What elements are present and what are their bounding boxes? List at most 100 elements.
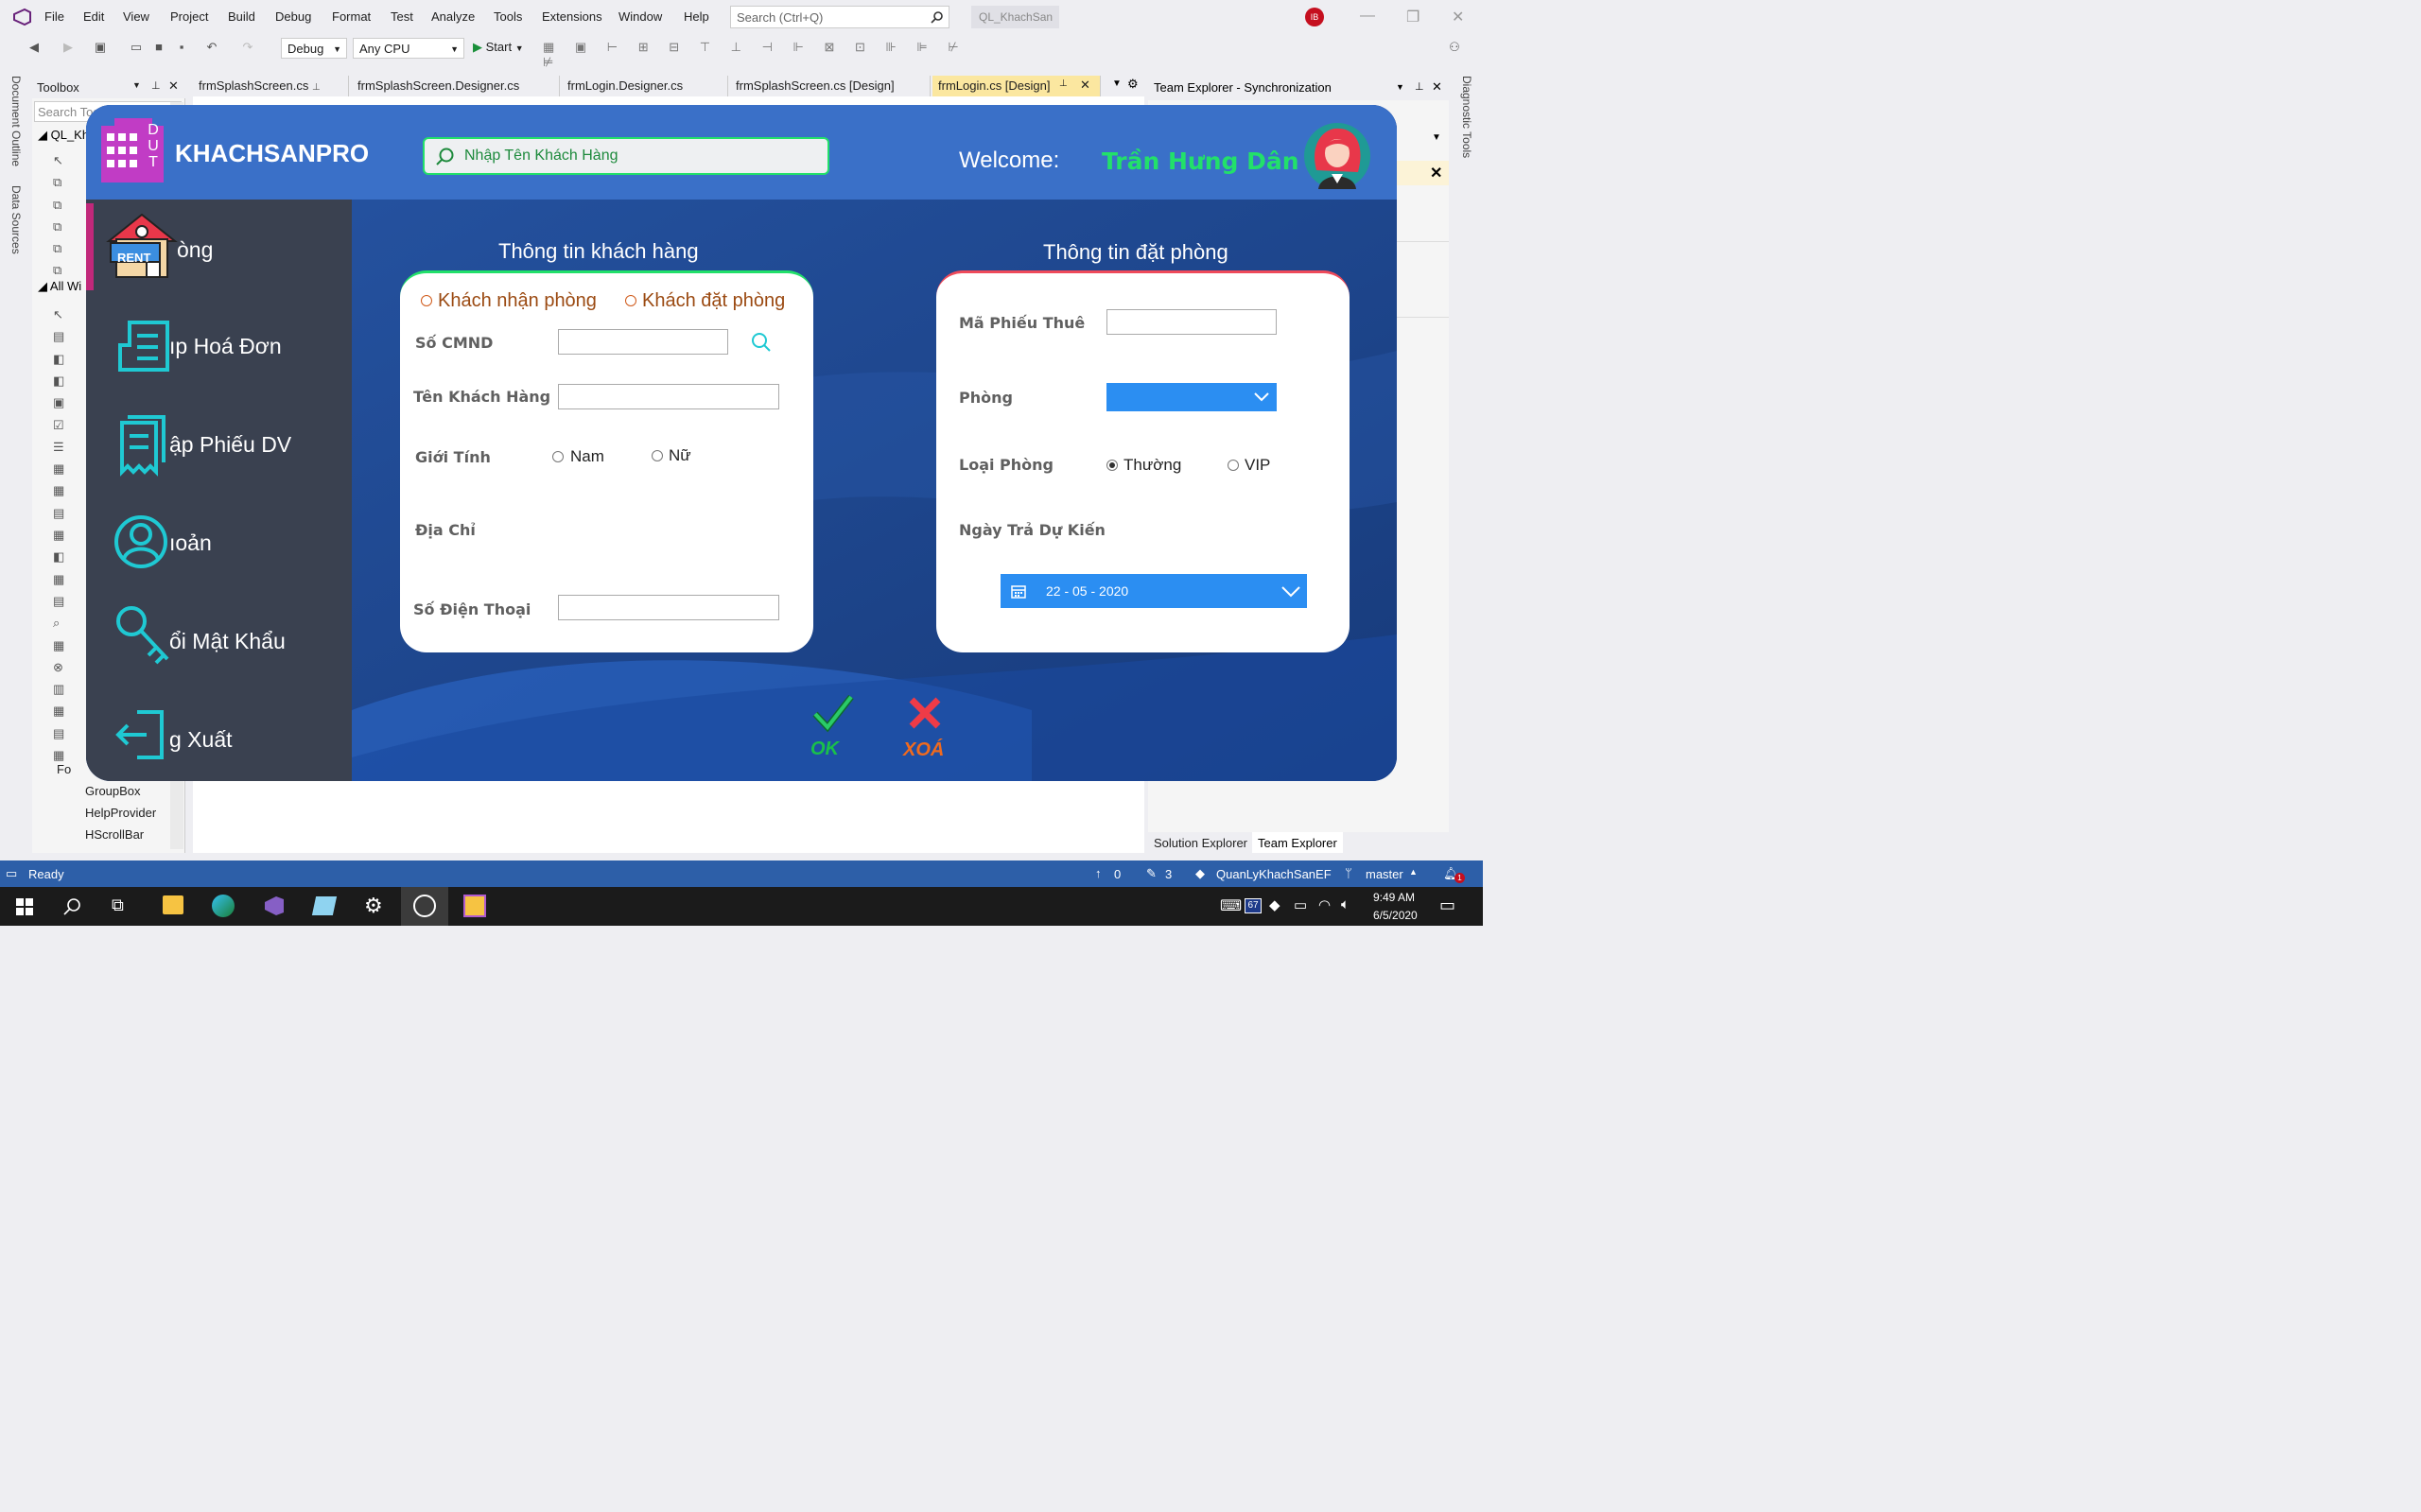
room-select[interactable]: [1106, 383, 1277, 411]
menu-extensions[interactable]: Extensions: [542, 9, 602, 24]
menu-test[interactable]: Test: [391, 9, 413, 24]
menu-file[interactable]: File: [44, 9, 64, 24]
user-avatar-icon[interactable]: [1303, 123, 1371, 189]
visual-studio-icon[interactable]: [263, 895, 286, 917]
delete-button[interactable]: XOÁ: [899, 691, 956, 767]
tab-splash-cs[interactable]: frmSplashScreen.cs ⊥: [193, 76, 349, 96]
close-icon[interactable]: ✕: [1432, 79, 1442, 95]
running-app-active[interactable]: [401, 887, 448, 926]
tab-login-designer-cs[interactable]: frmLogin.Designer.cs: [562, 76, 728, 96]
sidebar-item-service-slip[interactable]: ập Phiếu DV: [86, 400, 352, 490]
data-sources-tab[interactable]: Data Sources: [9, 185, 23, 254]
customer-search-input[interactable]: Nhập Tên Khách Hàng: [423, 137, 829, 175]
tab-splash-design[interactable]: frmSplashScreen.cs [Design]: [730, 76, 931, 96]
push-icon[interactable]: ↑: [1095, 866, 1102, 880]
gear-icon[interactable]: ⚙: [1127, 77, 1139, 92]
branch-name[interactable]: master: [1366, 867, 1403, 881]
platform-select[interactable]: Any CPU ▼: [353, 38, 464, 59]
radio-room-vip-label[interactable]: VIP: [1245, 456, 1270, 475]
search-icon[interactable]: [62, 897, 81, 916]
menu-tools[interactable]: Tools: [494, 9, 522, 24]
toolbox-item-groupbox[interactable]: GroupBox: [85, 784, 141, 798]
toolbox-item-helpprovider[interactable]: HelpProvider: [85, 806, 156, 820]
diagnostic-tools-tab[interactable]: Diagnostic Tools: [1460, 76, 1473, 158]
close-window-icon[interactable]: ✕: [1452, 8, 1464, 26]
save-all-icon[interactable]: ▪: [174, 40, 189, 55]
search-icon[interactable]: [751, 332, 772, 353]
pencil-icon[interactable]: ✎: [1146, 866, 1157, 881]
tab-list-icon[interactable]: ▼: [1112, 78, 1122, 89]
chevron-down-icon[interactable]: ▼: [1396, 82, 1404, 92]
cmnd-input[interactable]: [558, 329, 728, 355]
vs-search-input[interactable]: Search (Ctrl+Q): [730, 6, 949, 28]
close-icon[interactable]: ✕: [1080, 78, 1090, 93]
keyboard-icon[interactable]: ⌨: [1220, 896, 1242, 915]
menu-build[interactable]: Build: [228, 9, 255, 24]
radio-female[interactable]: [652, 450, 663, 461]
pin-icon[interactable]: ⊥: [312, 82, 321, 93]
chevron-down-icon[interactable]: ▼: [132, 80, 141, 90]
sidebar-item-rent[interactable]: RENT òng: [86, 203, 352, 293]
menu-window[interactable]: Window: [618, 9, 662, 24]
file-explorer-icon[interactable]: [163, 895, 183, 914]
sidebar-item-invoice[interactable]: ıp Hoá Đơn: [86, 302, 352, 391]
toolbox-item-form[interactable]: Fo: [57, 762, 71, 776]
battery-icon[interactable]: ▭: [1294, 896, 1307, 913]
save-icon[interactable]: ■: [151, 40, 166, 55]
windows-start-icon[interactable]: [16, 898, 33, 915]
tray-badge[interactable]: 67: [1245, 898, 1262, 913]
radio-male[interactable]: [552, 451, 564, 462]
return-date-picker[interactable]: 22 - 05 - 2020: [1001, 574, 1307, 608]
radio-booking[interactable]: [625, 295, 636, 306]
radio-room-normal-label[interactable]: Thường: [1123, 456, 1181, 475]
ok-button[interactable]: OK: [805, 691, 862, 767]
hotel-app-icon[interactable]: [463, 895, 486, 917]
tab-login-design[interactable]: frmLogin.cs [Design] ⊥ ✕: [932, 76, 1101, 96]
volume-icon[interactable]: 🔈︎: [1341, 896, 1350, 912]
live-share-icon[interactable]: ⚇: [1447, 40, 1462, 55]
toolbox-group-project[interactable]: ◢ QL_Kh: [38, 128, 89, 143]
clock-date[interactable]: 6/5/2020: [1373, 909, 1418, 922]
radio-checkin[interactable]: [421, 295, 432, 306]
minimize-icon[interactable]: —: [1360, 8, 1375, 25]
sidebar-item-logout[interactable]: g Xuất: [86, 695, 352, 781]
menu-project[interactable]: Project: [170, 9, 208, 24]
notification-center-icon[interactable]: ▭: [1439, 895, 1455, 915]
toolbox-item-hscrollbar[interactable]: HScrollBar: [85, 827, 144, 842]
document-outline-tab[interactable]: Document Outline: [9, 76, 23, 166]
pin-icon[interactable]: ⊥: [151, 79, 161, 92]
radio-checkin-label[interactable]: Khách nhận phòng: [438, 290, 597, 312]
radio-male-label[interactable]: Nam: [570, 447, 604, 466]
redo-icon[interactable]: ↷: [240, 40, 255, 55]
pin-icon[interactable]: ⊥: [1415, 80, 1424, 93]
config-select[interactable]: Debug ▼: [281, 38, 347, 59]
new-project-icon[interactable]: ▣: [93, 40, 108, 55]
menu-edit[interactable]: Edit: [83, 9, 104, 24]
repo-name[interactable]: QuanLyKhachSanEF: [1216, 867, 1332, 881]
start-button[interactable]: ▶ Start ▼: [473, 40, 524, 55]
radio-booking-label[interactable]: Khách đặt phòng: [642, 290, 785, 312]
customer-name-input[interactable]: [558, 384, 779, 409]
restore-icon[interactable]: ❐: [1406, 8, 1420, 26]
notes-app-icon[interactable]: [311, 896, 338, 915]
clock-time[interactable]: 9:49 AM: [1373, 891, 1415, 904]
menu-debug[interactable]: Debug: [275, 9, 311, 24]
rental-slip-input[interactable]: [1106, 309, 1277, 335]
chevron-up-icon[interactable]: ▲: [1409, 867, 1418, 877]
radio-female-label[interactable]: Nữ: [669, 446, 691, 465]
back-icon[interactable]: ◀: [26, 40, 42, 55]
tab-splash-designer-cs[interactable]: frmSplashScreen.Designer.cs: [352, 76, 560, 96]
chevron-down-icon[interactable]: ▼: [1432, 132, 1441, 143]
open-icon[interactable]: ▭: [129, 40, 144, 55]
forward-icon[interactable]: ▶: [61, 40, 76, 55]
settings-icon[interactable]: ⚙: [364, 894, 383, 918]
phone-input[interactable]: [558, 595, 779, 620]
sidebar-item-account[interactable]: ıoản: [86, 498, 352, 588]
wifi-icon[interactable]: ◠: [1318, 896, 1331, 913]
sidebar-item-change-password[interactable]: ổi Mật Khẩu: [86, 597, 352, 686]
account-avatar[interactable]: IB: [1305, 8, 1324, 26]
output-icon[interactable]: ▭: [6, 866, 17, 881]
close-icon[interactable]: ✕: [1430, 164, 1442, 182]
radio-room-vip[interactable]: [1228, 460, 1239, 471]
close-icon[interactable]: ✕: [168, 78, 179, 94]
